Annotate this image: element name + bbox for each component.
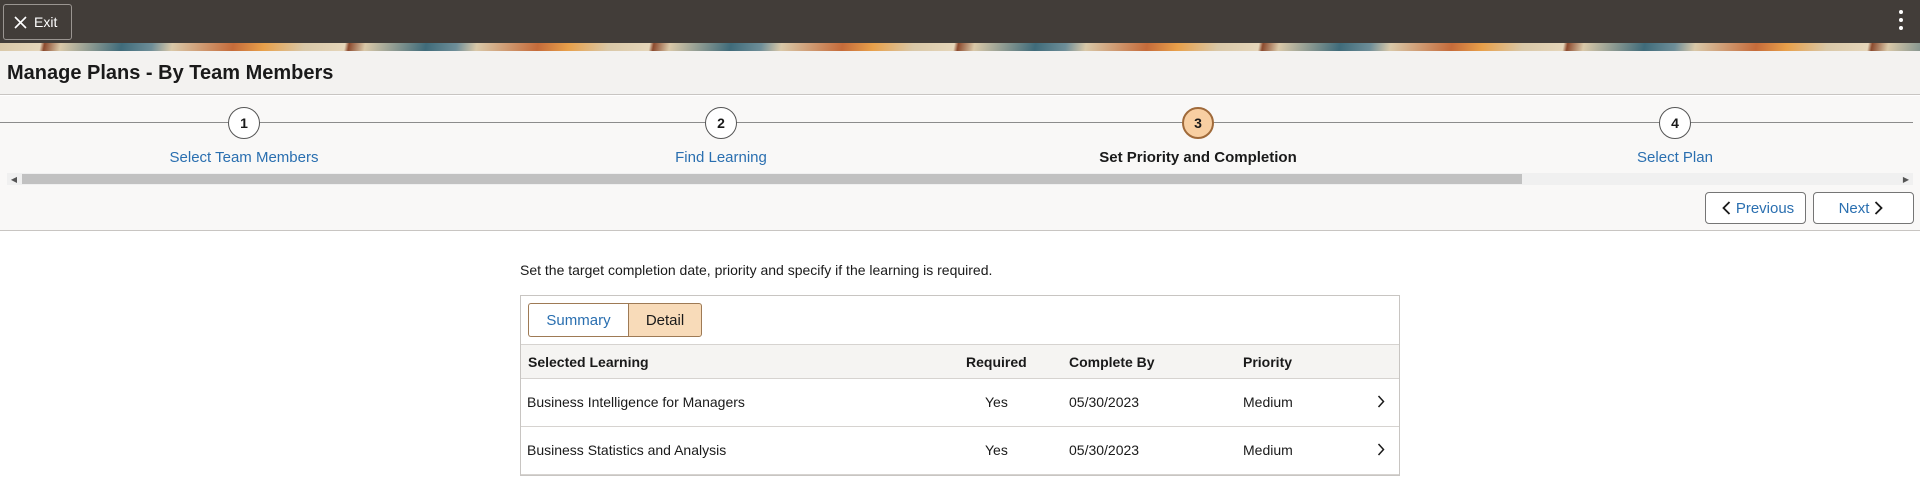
exit-button[interactable]: Exit	[3, 4, 72, 40]
learning-name: Business Intelligence for Managers	[527, 394, 745, 410]
table-row[interactable]: Business Intelligence for Managers Yes 0…	[521, 379, 1399, 427]
step-number-circle: 4	[1659, 107, 1691, 139]
selected-learning-table: Selected Learning Required Complete By P…	[521, 344, 1399, 475]
step-label[interactable]: Select Plan	[1525, 149, 1825, 166]
column-header-selected-learning: Selected Learning	[528, 354, 649, 370]
complete-by-value: 05/30/2023	[1069, 394, 1140, 410]
table-row[interactable]: Business Statistics and Analysis Yes 05/…	[521, 427, 1399, 475]
chevron-right-icon[interactable]	[1377, 395, 1385, 408]
top-bar: Exit	[0, 0, 1920, 43]
chevron-right-icon[interactable]	[1377, 443, 1385, 456]
column-header-required: Required	[966, 354, 1027, 370]
chevron-left-icon	[1722, 201, 1730, 215]
step-select-plan[interactable]: 4 Select Plan	[1525, 107, 1825, 166]
step-set-priority-and-completion: 3 Set Priority and Completion	[1048, 107, 1348, 166]
learning-name: Business Statistics and Analysis	[527, 442, 727, 458]
scroll-right-icon[interactable]: ▶	[1899, 173, 1913, 185]
more-options-icon[interactable]	[1897, 10, 1905, 34]
scroll-left-icon[interactable]: ◀	[7, 173, 21, 185]
priority-value: Medium	[1243, 442, 1293, 458]
required-value: Yes	[985, 394, 1008, 410]
step-label: Set Priority and Completion	[1099, 149, 1297, 166]
step-number-circle: 1	[228, 107, 260, 139]
next-button-label: Next	[1838, 199, 1870, 217]
chevron-right-icon	[1875, 201, 1884, 215]
learning-panel: Summary Detail Selected Learning Require…	[520, 295, 1400, 476]
column-header-priority: Priority	[1243, 354, 1293, 370]
scrollbar-thumb[interactable]	[22, 174, 1522, 184]
previous-button-label: Previous	[1735, 199, 1795, 217]
detail-segment-button[interactable]: Detail	[628, 303, 702, 337]
step-number-circle: 2	[705, 107, 737, 139]
step-find-learning[interactable]: 2 Find Learning	[571, 107, 871, 166]
table-header: Selected Learning Required Complete By P…	[521, 344, 1399, 379]
step-number-circle: 3	[1182, 107, 1214, 139]
step-select-team-members[interactable]: 1 Select Team Members	[94, 107, 394, 166]
page-header: Manage Plans - By Team Members	[0, 51, 1920, 95]
complete-by-value: 05/30/2023	[1069, 442, 1140, 458]
step-label[interactable]: Find Learning	[571, 149, 871, 166]
train-stop: 1 Select Team Members 2 Find Learning 3 …	[0, 96, 1920, 231]
instruction-text: Set the target completion date, priority…	[520, 262, 993, 278]
step-label[interactable]: Select Team Members	[94, 149, 394, 166]
horizontal-scrollbar[interactable]: ◀ ▶	[7, 173, 1913, 185]
priority-value: Medium	[1243, 394, 1293, 410]
view-segmented-control: Summary Detail	[528, 303, 702, 337]
decorative-banner	[0, 43, 1920, 51]
required-value: Yes	[985, 442, 1008, 458]
close-icon	[14, 15, 27, 29]
exit-button-label: Exit	[34, 14, 58, 30]
page-title: Manage Plans - By Team Members	[7, 62, 334, 84]
previous-button[interactable]: Previous	[1705, 192, 1806, 224]
summary-segment-button[interactable]: Summary	[528, 303, 628, 337]
next-button[interactable]: Next	[1813, 192, 1914, 224]
column-header-complete-by: Complete By	[1069, 354, 1155, 370]
